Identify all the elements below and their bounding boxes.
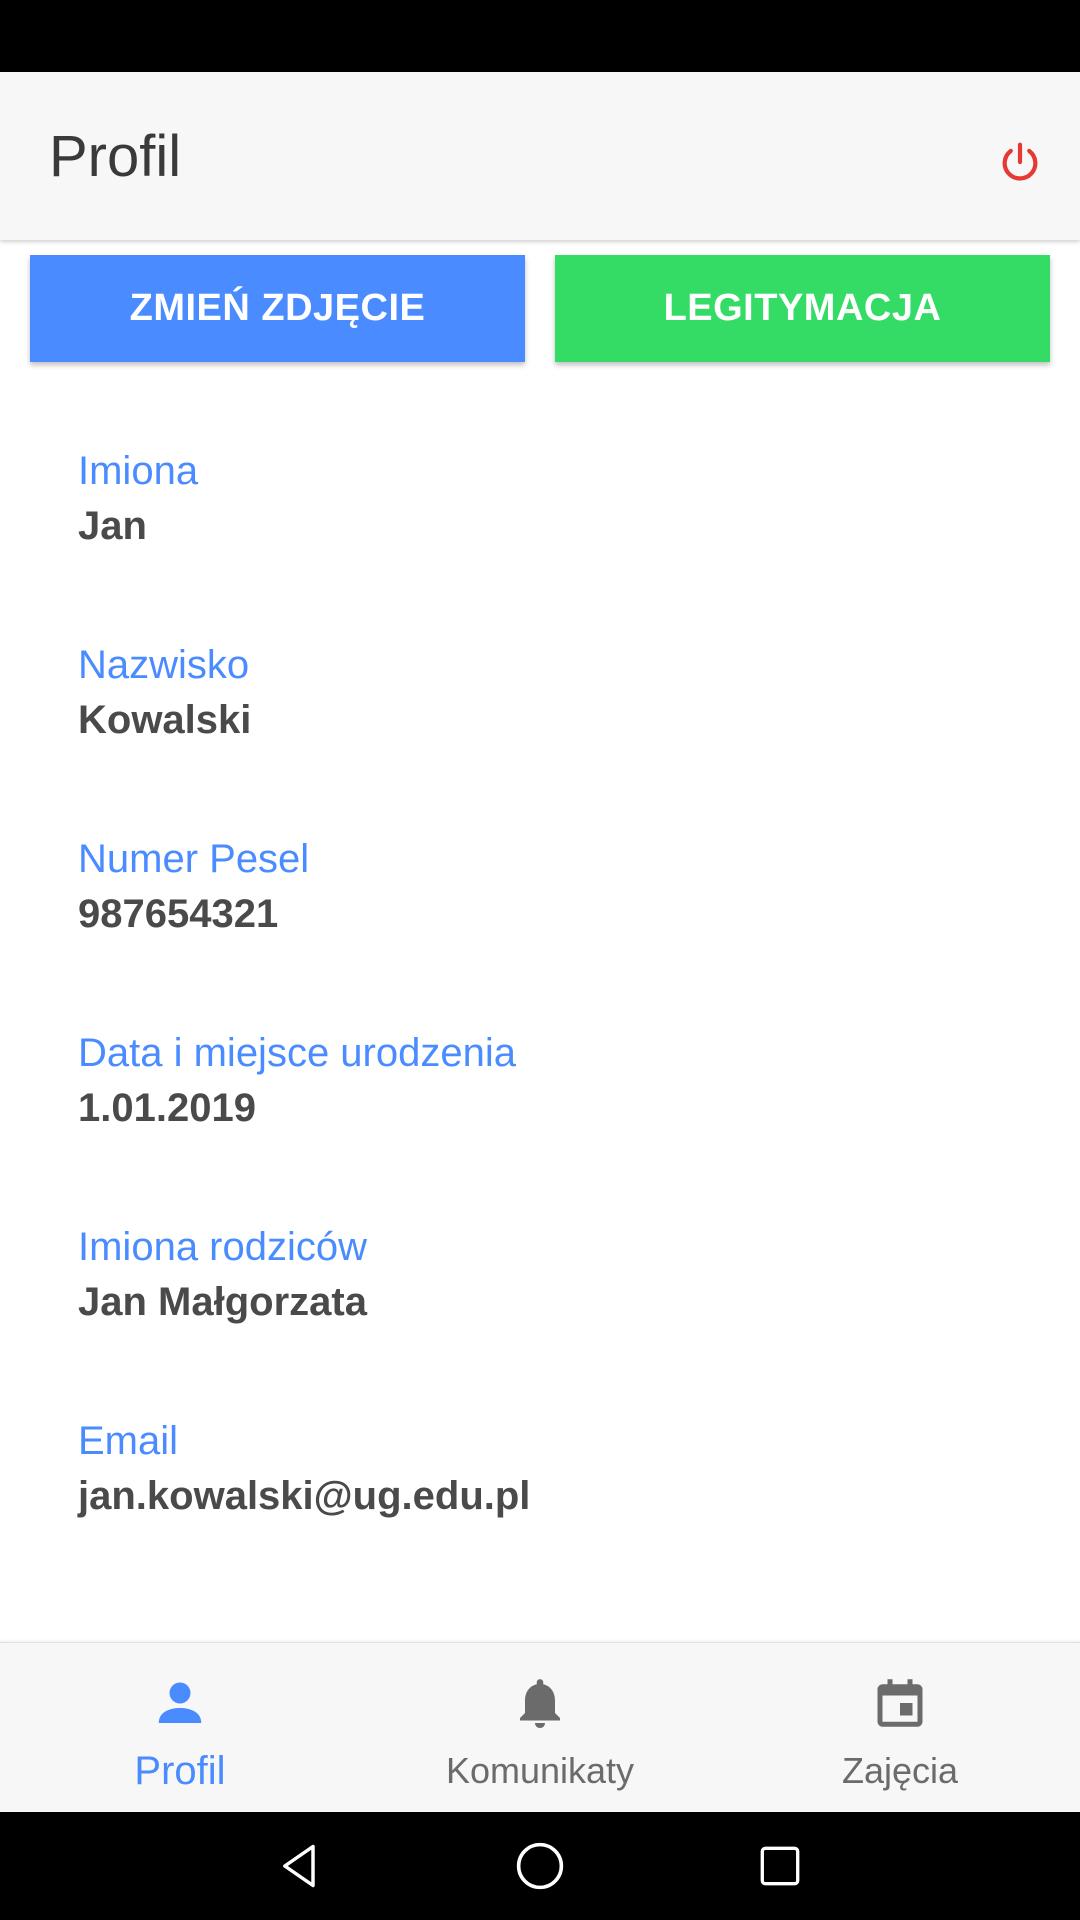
field-label: Imiona rodziców [78,1225,368,1269]
nav-item-classes[interactable]: Zajęcia [720,1643,1080,1813]
field-label: Email [78,1419,179,1463]
field-pesel: Numer Pesel 987654321 [78,833,978,939]
field-parents: Imiona rodziców Jan Małgorzata [78,1221,978,1327]
change-photo-label: ZMIEŃ ZDJĘCIE [129,287,426,329]
system-navigation-bar [0,1812,1080,1920]
home-button[interactable] [510,1836,570,1896]
bell-icon [510,1673,570,1733]
field-value: jan.kowalski@ug.edu.pl [78,1474,531,1518]
recents-icon [760,1846,800,1886]
app-bar: Profil [0,72,1080,240]
field-value: 1.01.2019 [78,1086,256,1130]
field-value: Kowalski [78,698,252,742]
field-first-names: Imiona Jan [78,445,978,551]
id-card-button[interactable]: LEGITYMACJA [555,255,1050,362]
person-icon [150,1673,210,1733]
power-icon [1002,142,1038,181]
back-button[interactable] [270,1836,330,1896]
logout-button[interactable] [990,132,1050,192]
nav-label: Zajęcia [841,1750,959,1791]
home-icon [516,1842,564,1890]
field-value: Jan Małgorzata [78,1280,367,1324]
page-title: Profil [49,124,182,189]
id-card-label: LEGITYMACJA [663,287,942,329]
nav-item-announcements[interactable]: Komunikaty [360,1643,720,1813]
field-label: Numer Pesel [78,837,310,881]
nav-label: Profil [134,1749,226,1793]
status-bar [0,0,1080,72]
nav-item-profile[interactable]: Profil [0,1643,360,1813]
field-label: Imiona [78,449,199,493]
field-value: Jan [78,504,147,548]
calendar-icon [870,1673,930,1733]
field-label: Nazwisko [78,643,250,687]
field-label: Data i miejsce urodzenia [78,1031,516,1075]
nav-label: Komunikaty [445,1750,635,1791]
field-value: 987654321 [78,892,279,936]
bottom-navigation: Profil Komunikaty Zajęcia [0,1642,1080,1812]
change-photo-button[interactable]: ZMIEŃ ZDJĘCIE [30,255,525,362]
field-birth: Data i miejsce urodzenia 1.01.2019 [78,1027,978,1133]
recents-button[interactable] [750,1836,810,1896]
field-email: Email jan.kowalski@ug.edu.pl [78,1415,978,1521]
back-icon [283,1844,315,1888]
field-surname: Nazwisko Kowalski [78,639,978,745]
